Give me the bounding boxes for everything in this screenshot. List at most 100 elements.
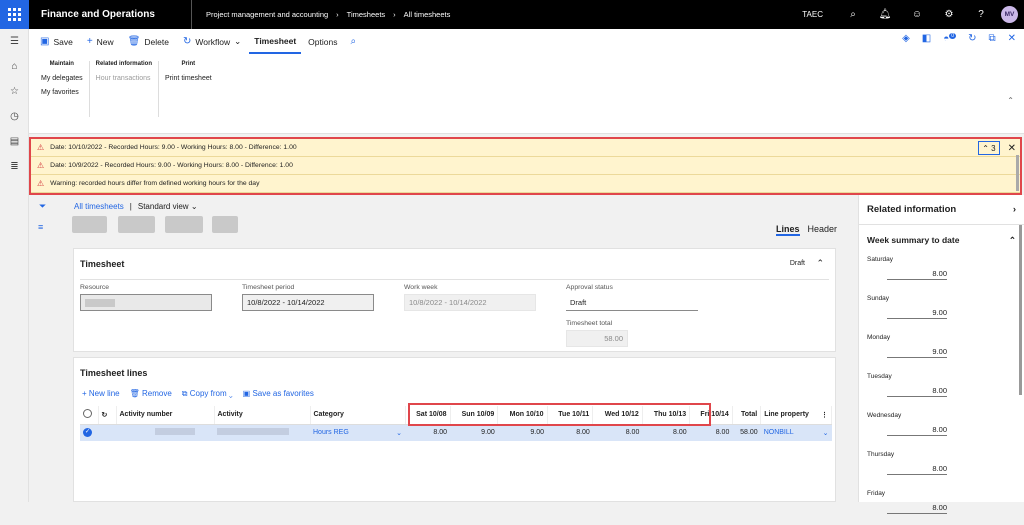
- resource-input[interactable]: [80, 294, 212, 311]
- new-button[interactable]: + New: [81, 29, 120, 54]
- resource-field: Resource: [80, 284, 212, 311]
- tab-options[interactable]: Options: [303, 29, 342, 54]
- copy-from-button[interactable]: ⧉ Copy from ⌄: [182, 389, 233, 399]
- save-as-favorites-button[interactable]: ▣ Save as favorites: [243, 389, 314, 399]
- warning-icon: ⚠: [37, 179, 45, 188]
- filter-icon[interactable]: ⏷: [39, 201, 46, 212]
- chevron-up-icon[interactable]: ⌃: [816, 258, 824, 269]
- message-item: ⚠ Date: 10/10/2022 - Recorded Hours: 9.00…: [31, 139, 1020, 157]
- delete-button[interactable]: 🗑︎ Delete: [122, 29, 175, 54]
- favorites-star-icon[interactable]: ☆: [0, 79, 29, 104]
- breadcrumb-item[interactable]: Project management and accounting: [206, 10, 328, 19]
- left-navigation: ☰ ⌂ ☆ ◷ ▤ ≣: [0, 29, 29, 502]
- week-summary-header[interactable]: Week summary to date ⌃: [859, 225, 1024, 252]
- company-picker[interactable]: TAEC: [802, 10, 823, 19]
- warning-icon: ⚠: [37, 143, 45, 152]
- sat-hours-cell[interactable]: 8.00: [405, 424, 450, 441]
- recent-clock-icon[interactable]: ◷: [0, 104, 29, 129]
- timesheet-period-input[interactable]: 10/8/2022 - 10/14/2022: [242, 294, 374, 311]
- app-launcher-icon[interactable]: [0, 0, 29, 29]
- refresh-icon[interactable]: ↻: [98, 406, 117, 425]
- new-line-button[interactable]: + New line: [82, 389, 120, 399]
- modules-list-icon[interactable]: ≣: [0, 154, 29, 179]
- timesheet-section-title[interactable]: Timesheet: [74, 249, 835, 279]
- settings-gear-icon[interactable]: ⚙: [933, 0, 965, 29]
- list-lines-icon[interactable]: ≡: [38, 222, 43, 232]
- day-summary: Sunday 9.00: [867, 295, 947, 319]
- close-icon[interactable]: ✕: [1008, 143, 1016, 154]
- all-timesheets-link[interactable]: All timesheets: [74, 202, 124, 211]
- remove-button[interactable]: 🗑︎ Remove: [130, 389, 172, 399]
- refresh-icon[interactable]: ↻: [968, 33, 976, 44]
- top-bar: Finance and Operations Project managemen…: [0, 0, 1024, 29]
- plus-icon: +: [82, 389, 87, 398]
- save-button[interactable]: ▣ Save: [34, 29, 79, 54]
- column-total[interactable]: Total: [732, 406, 762, 425]
- print-group: Print Print timesheet: [164, 61, 212, 82]
- workspaces-icon[interactable]: ▤: [0, 129, 29, 154]
- feedback-smiley-icon[interactable]: ☺: [901, 0, 933, 29]
- column-category[interactable]: Category: [310, 406, 406, 425]
- row-selected-check[interactable]: ✓: [80, 424, 98, 441]
- close-icon[interactable]: ✕: [1008, 33, 1016, 44]
- more-options-icon[interactable]: ⋮: [821, 411, 828, 419]
- avatar[interactable]: MV: [1001, 6, 1018, 23]
- message-scrollbar[interactable]: [1016, 155, 1019, 191]
- attachments-icon[interactable]: ◓ 0: [943, 33, 957, 44]
- related-information-pane: Related information › Week summary to dat…: [858, 195, 1024, 514]
- select-all-radio[interactable]: [80, 406, 99, 425]
- day-summary: Wednesday 8.00: [867, 412, 947, 436]
- help-icon[interactable]: ?: [965, 0, 997, 29]
- activity-number-cell[interactable]: [116, 424, 214, 441]
- breadcrumb-item[interactable]: All timesheets: [404, 10, 451, 19]
- redacted-record-title: [212, 216, 238, 233]
- pane-scrollbar[interactable]: [1019, 225, 1022, 395]
- thu-hours-cell[interactable]: 8.00: [642, 424, 690, 441]
- approval-status-field: Approval status Draft: [566, 284, 698, 311]
- app-name[interactable]: Finance and Operations: [29, 0, 192, 29]
- category-cell[interactable]: Hours REG ⌄: [310, 424, 405, 441]
- timesheet-lines-title[interactable]: Timesheet lines: [74, 358, 835, 388]
- open-new-window-icon[interactable]: ⧉: [988, 33, 995, 44]
- sun-hours-cell[interactable]: 9.00: [450, 424, 498, 441]
- print-timesheet-link[interactable]: Print timesheet: [165, 75, 212, 82]
- home-icon[interactable]: ⌂: [0, 54, 29, 79]
- breadcrumb-item[interactable]: Timesheets: [347, 10, 386, 19]
- tab-header[interactable]: Header: [808, 224, 838, 236]
- total-cell: 58.00: [732, 424, 761, 441]
- my-favorites-link[interactable]: My favorites: [41, 89, 83, 96]
- fri-hours-cell[interactable]: 8.00: [689, 424, 733, 441]
- view-selector[interactable]: Standard view ⌄: [138, 202, 198, 211]
- related-information-header[interactable]: Related information ›: [859, 195, 1024, 225]
- column-activity-number[interactable]: Activity number: [116, 406, 215, 425]
- table-row[interactable]: ✓ Hours REG ⌄ 8.00 9.00 9.00 8.00 8.00 8.…: [80, 424, 832, 441]
- chevron-down-icon: ⌄: [396, 429, 402, 437]
- chevron-right-icon: ›: [1012, 204, 1016, 215]
- tue-hours-cell[interactable]: 8.00: [547, 424, 593, 441]
- message-count-toggle[interactable]: ⌃ 3: [978, 141, 1000, 155]
- search-icon[interactable]: ⌕: [344, 29, 362, 54]
- tab-timesheet[interactable]: Timesheet: [249, 29, 302, 54]
- hamburger-menu-icon[interactable]: ☰: [0, 29, 29, 54]
- workflow-button[interactable]: ↻ Workflow ⌄: [177, 29, 247, 54]
- day-summary: Monday 9.00: [867, 334, 947, 358]
- line-property-cell[interactable]: NONBILL ⌄: [760, 424, 832, 441]
- notifications-icon[interactable]: 🔔︎: [869, 0, 901, 29]
- hour-transactions-link[interactable]: Hour transactions: [96, 75, 152, 82]
- office-icon[interactable]: ◧: [922, 33, 931, 44]
- column-activity[interactable]: Activity: [214, 406, 311, 425]
- maintain-group: Maintain My delegates My favorites: [35, 61, 90, 117]
- wed-hours-cell[interactable]: 8.00: [592, 424, 643, 441]
- search-icon[interactable]: ⌕: [837, 0, 869, 29]
- chevron-up-icon[interactable]: ⌃: [1007, 96, 1014, 105]
- activity-cell[interactable]: [214, 424, 310, 441]
- workflow-icon: ↻: [182, 36, 192, 47]
- column-line-property[interactable]: Line property ⋮: [760, 406, 832, 425]
- my-delegates-link[interactable]: My delegates: [41, 75, 83, 82]
- mon-hours-cell[interactable]: 9.00: [497, 424, 548, 441]
- day-summary: Saturday 8.00: [867, 256, 947, 280]
- timesheet-card: Timesheet Draft ⌃ Resource Timesheet per…: [73, 248, 836, 352]
- redacted-record-title: [118, 216, 155, 233]
- tab-lines[interactable]: Lines: [776, 224, 800, 236]
- diamond-icon[interactable]: ◈: [902, 33, 910, 44]
